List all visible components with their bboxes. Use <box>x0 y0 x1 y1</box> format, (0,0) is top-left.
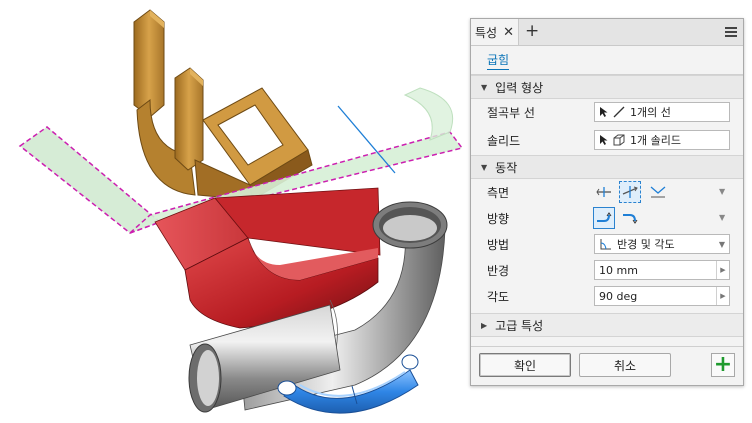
direction-option-2-button[interactable] <box>619 207 641 229</box>
side-option-2-button[interactable] <box>619 181 641 203</box>
panel-footer: 확인 취소 + <box>471 346 743 385</box>
angle-row: 각도 90 deg ▶ <box>471 283 743 309</box>
angle-value: 90 deg <box>599 289 638 303</box>
chevron-down-icon[interactable]: ▼ <box>719 187 725 196</box>
section-input-geometry-title: 입력 형상 <box>495 80 544 95</box>
cursor-arrow-icon <box>600 135 608 145</box>
method-value: 반경 및 각도 <box>617 238 675 251</box>
bend-down-icon <box>623 214 638 224</box>
direction-label: 방향 <box>487 212 510 226</box>
direction-option-1-button[interactable] <box>593 207 615 229</box>
section-input-geometry[interactable]: ▼ 입력 형상 <box>471 75 743 99</box>
method-dropdown[interactable]: 반경 및 각도 ▼ <box>594 234 730 254</box>
section-advanced[interactable]: ▶ 고급 특성 <box>471 313 743 337</box>
chevron-right-icon[interactable]: ▶ <box>716 287 729 305</box>
bend-line-selector[interactable]: 1개의 선 <box>594 102 730 122</box>
section-advanced-title: 고급 특성 <box>495 318 544 333</box>
apply-plus-button[interactable]: + <box>711 353 735 377</box>
direction-row: 방향 ▼ <box>471 205 743 231</box>
brass-bracket-part[interactable] <box>133 9 313 201</box>
bend-line-value: 1개의 선 <box>630 106 671 119</box>
collapse-triangle-icon: ▼ <box>481 162 488 172</box>
radius-row: 반경 10 mm ▶ <box>471 257 743 283</box>
ok-button[interactable]: 확인 <box>479 353 571 377</box>
side-row: 측면 ▼ <box>471 179 743 205</box>
cursor-arrow-icon <box>600 107 608 117</box>
radius-label: 반경 <box>487 264 510 278</box>
add-tab-icon[interactable]: + <box>525 21 539 41</box>
bend-side-right-icon <box>622 186 638 198</box>
solid-selector[interactable]: 1개 솔리드 <box>594 130 730 150</box>
side-label: 측면 <box>487 186 510 200</box>
cancel-button[interactable]: 취소 <box>579 353 671 377</box>
solid-row: 솔리드 1개 솔리드 <box>471 125 743 155</box>
radius-angle-icon <box>600 239 611 250</box>
method-row: 방법 반경 및 각도 ▼ <box>471 231 743 257</box>
line-icon <box>613 106 625 118</box>
side-option-3-button[interactable] <box>647 181 669 203</box>
radius-input[interactable]: 10 mm ▶ <box>594 260 730 280</box>
hamburger-menu-icon[interactable] <box>725 27 737 39</box>
expand-triangle-icon: ▶ <box>481 320 488 330</box>
section-behavior[interactable]: ▼ 동작 <box>471 155 743 179</box>
properties-panel: 특성 ✕ + 굽힘 ▼ 입력 형상 절곡부 선 1개의 선 솔리드 1개 솔리드… <box>470 18 744 386</box>
close-icon[interactable]: ✕ <box>503 25 514 40</box>
section-behavior-title: 동작 <box>495 160 518 175</box>
tab-properties-label: 특성 <box>475 25 498 40</box>
tab-properties[interactable]: 특성 ✕ <box>471 19 519 45</box>
chevron-down-icon[interactable]: ▼ <box>719 213 725 222</box>
feature-name-link[interactable]: 굽힘 <box>487 51 510 70</box>
bend-side-left-icon <box>596 187 611 197</box>
bend-up-icon <box>597 212 612 222</box>
panel-tab-bar: 특성 ✕ + <box>471 19 743 46</box>
solid-label: 솔리드 <box>487 134 521 148</box>
collapse-triangle-icon: ▼ <box>481 82 488 92</box>
side-option-1-button[interactable] <box>593 181 615 203</box>
chevron-right-icon[interactable]: ▶ <box>716 261 729 279</box>
feature-name-row: 굽힘 <box>471 46 743 75</box>
radius-value: 10 mm <box>599 263 638 277</box>
solid-value: 1개 솔리드 <box>630 134 681 147</box>
angle-input[interactable]: 90 deg ▶ <box>594 286 730 306</box>
bend-line-row: 절곡부 선 1개의 선 <box>471 99 743 125</box>
method-label: 방법 <box>487 238 510 252</box>
bend-line-label: 절곡부 선 <box>487 106 535 120</box>
angle-label: 각도 <box>487 290 510 304</box>
chevron-down-icon: ▼ <box>718 240 725 249</box>
bend-side-both-icon <box>650 186 666 198</box>
red-block-part[interactable] <box>154 187 381 329</box>
solid-body-icon <box>613 134 625 146</box>
